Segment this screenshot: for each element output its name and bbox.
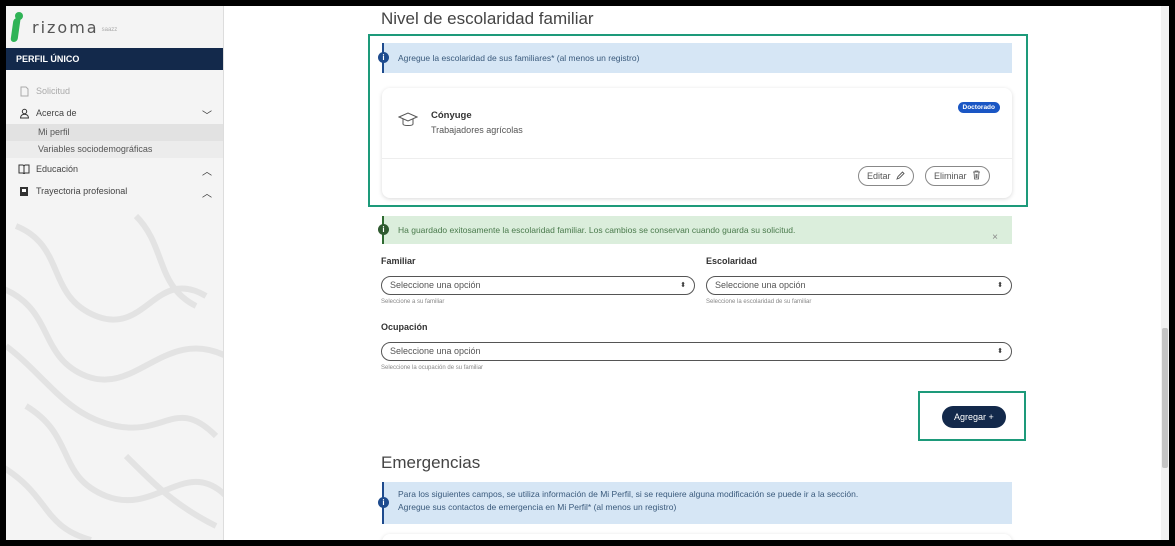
scrollbar[interactable] (1161, 6, 1169, 540)
info-alert-emergencias: i Para los siguientes campos, se utiliza… (378, 482, 1012, 524)
chevron-up-icon[interactable]: ︿ (202, 163, 212, 178)
add-button[interactable]: Agregar + (942, 406, 1006, 428)
user-icon (18, 107, 30, 119)
sidebar-item-label: Solicitud (36, 86, 71, 96)
sidebar-item-label: Acerca de (36, 108, 77, 118)
document-icon (18, 85, 30, 97)
background-pattern (6, 213, 223, 540)
sidebar-item-acerca-de[interactable]: Acerca de ﹀ (6, 102, 223, 124)
ocupacion-select-value: Seleccione una opción (390, 346, 481, 356)
sidebar-item-solicitud[interactable]: Solicitud (6, 80, 223, 102)
ocupacion-label: Ocupación (381, 322, 428, 332)
sidebar-item-label: Educación (36, 164, 79, 174)
escolaridad-help: Seleccione la escolaridad de su familiar (706, 299, 812, 305)
info-icon: i (378, 497, 389, 508)
familiar-label: Familiar (381, 256, 416, 266)
close-icon[interactable]: × (992, 224, 998, 252)
sidebar-nav: Solicitud Acerca de ﹀ Mi perfil Variable… (6, 80, 223, 202)
escolaridad-label: Escolaridad (706, 256, 758, 266)
info-alert-line2: Agregue sus contactos de emergencia en M… (398, 502, 677, 512)
ocupacion-help: Seleccione la ocupación de su familiar (381, 365, 484, 371)
card-subtitle: Trabajadores agrícolas (431, 125, 523, 135)
rizoma-logo-mark (10, 12, 24, 42)
delete-button[interactable]: Eliminar (925, 166, 991, 186)
sidebar: rizoma saazz PERFIL ÚNICO Solicitud Acer… (6, 6, 224, 540)
scrollbar-thumb[interactable] (1162, 328, 1168, 468)
badge-icon (18, 185, 30, 197)
info-alert-line1: Para los siguientes campos, se utiliza i… (398, 489, 859, 499)
edit-button-label: Editar (867, 171, 891, 181)
sidebar-subitem-variables[interactable]: Variables sociodemográficas (6, 141, 223, 158)
sidebar-subitem-mi-perfil[interactable]: Mi perfil (6, 124, 223, 141)
success-info-icon: i (378, 224, 389, 235)
info-alert-escolaridad: i Agregue la escolaridad de sus familiar… (378, 43, 1012, 73)
sidebar-item-educacion[interactable]: Educación ︿ (6, 158, 223, 180)
familiar-card: Cónyuge Trabajadores agrícolas Doctorado… (382, 88, 1012, 198)
select-arrows-icon: ⬍ (997, 348, 1003, 355)
card-divider (382, 158, 1012, 159)
chevron-down-icon[interactable]: ﹀ (202, 107, 212, 122)
pencil-icon (896, 171, 905, 180)
success-alert-text: Ha guardado exitosamente la escolaridad … (398, 225, 796, 235)
info-icon: i (378, 52, 389, 63)
book-icon (18, 163, 30, 175)
sidebar-item-label: Trayectoria profesional (36, 186, 128, 196)
chevron-up-icon[interactable]: ︿ (202, 185, 212, 200)
delete-button-label: Eliminar (934, 171, 967, 181)
app-frame: rizoma saazz PERFIL ÚNICO Solicitud Acer… (6, 6, 1169, 540)
familiar-select-value: Seleccione una opción (390, 280, 481, 290)
success-alert: i Ha guardado exitosamente la escolarida… (378, 216, 1012, 244)
escolaridad-select-value: Seleccione una opción (715, 280, 806, 290)
perfil-unico-header: PERFIL ÚNICO (6, 48, 223, 70)
logo-text: rizoma (32, 17, 99, 37)
section-title-emergencias: Emergencias (381, 453, 481, 472)
main-content: Nivel de escolaridad familiar i Agregue … (224, 6, 1169, 540)
ocupacion-select[interactable]: Seleccione una opción ⬍ (381, 342, 1012, 361)
info-alert-text: Agregue la escolaridad de sus familiares… (398, 53, 640, 63)
rizoma-logo[interactable]: rizoma saazz (10, 10, 118, 44)
logo-subtext: saazz (101, 27, 118, 33)
card-title: Cónyuge (431, 110, 472, 121)
edit-button[interactable]: Editar (858, 166, 915, 186)
escolaridad-select[interactable]: Seleccione una opción ⬍ (706, 276, 1012, 295)
emergency-card-partial (382, 534, 1012, 540)
familiar-help: Seleccione a su familiar (381, 299, 445, 305)
graduation-cap-icon (398, 112, 418, 126)
familiar-select[interactable]: Seleccione una opción ⬍ (381, 276, 695, 295)
select-arrows-icon: ⬍ (680, 282, 686, 289)
sidebar-item-trayectoria[interactable]: Trayectoria profesional ︿ (6, 180, 223, 202)
section-title-escolaridad: Nivel de escolaridad familiar (381, 9, 594, 28)
trash-icon (973, 170, 981, 180)
select-arrows-icon: ⬍ (997, 282, 1003, 289)
status-badge: Doctorado (957, 102, 1000, 113)
